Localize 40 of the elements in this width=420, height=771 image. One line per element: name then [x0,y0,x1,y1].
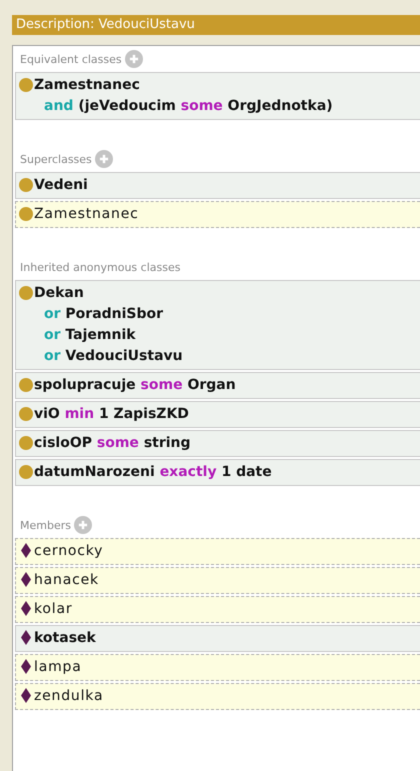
expression-line: spolupracuje some Organ [34,376,236,395]
expression-line: Dekan [34,284,84,303]
list-row[interactable]: Zamestnanec [15,201,420,228]
list-row[interactable]: hanacek [15,567,420,594]
list-row[interactable]: zendulka [15,683,420,710]
expression-line: cernocky [34,542,104,561]
expression-line: datumNarozeni exactly 1 date [34,463,272,482]
section-heading: Inherited anonymous classes [20,260,180,274]
expression-line: kolar [34,600,72,619]
add-icon[interactable] [74,516,92,534]
expression-line: and (jeVedoucim some OrgJednotka) [43,97,333,116]
list-row[interactable]: lampa [15,654,420,681]
list-row[interactable]: datumNarozeni exactly 1 date [15,459,420,486]
expression-line: hanacek [34,571,99,590]
list-row[interactable]: kolar [15,596,420,623]
expression-line: Zamestnanec [34,205,139,224]
list-row[interactable]: Vedeni [15,172,420,199]
list-row[interactable]: spolupracuje some Organ [15,372,420,399]
expression-line: lampa [34,658,82,677]
expression-line: viO min 1 ZapisZKD [34,405,189,424]
expression-line: or Tajemnik [43,326,136,345]
list-row[interactable]: kotasek [15,625,420,652]
section-heading: Members [20,518,71,532]
panel-title: Description: VedouciUstavu [12,15,420,35]
list-row[interactable]: viO min 1 ZapisZKD [15,401,420,428]
section-heading: Equivalent classes [20,52,122,66]
list-row[interactable]: cernocky [15,538,420,565]
expression-line: or VedouciUstavu [43,347,183,366]
expression-line: or PoradniSbor [43,305,164,324]
list-row[interactable]: cisloOP some string [15,430,420,457]
expression-line: Vedeni [34,176,88,195]
section-heading: Superclasses [20,152,92,166]
add-icon[interactable] [124,50,143,68]
list-row[interactable]: Dekan or PoradniSbor or Tajemnik or VedouciUstavu [15,280,420,370]
expression-line: Zamestnanec [34,76,140,95]
expression-line: zendulka [34,687,104,706]
add-icon[interactable] [94,150,113,168]
expression-line: kotasek [34,629,96,648]
list-row[interactable]: Zamestnanec and (jeVedoucim some OrgJednotka) [15,72,420,120]
expression-line: cisloOP some string [34,434,191,453]
